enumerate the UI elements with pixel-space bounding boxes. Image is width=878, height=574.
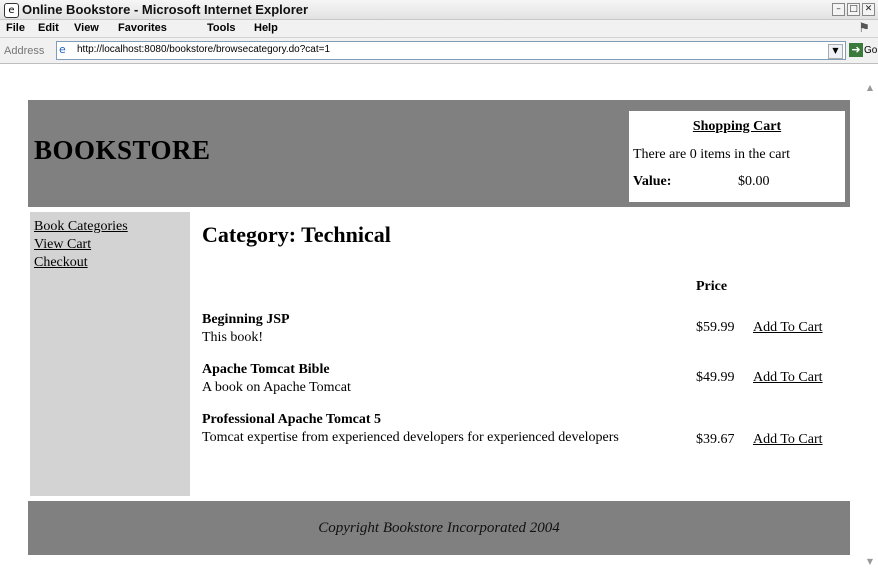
menu-favorites[interactable]: Favorites bbox=[118, 22, 167, 34]
menu-edit[interactable]: Edit bbox=[38, 22, 59, 34]
address-input[interactable]: e http://localhost:8080/bookstore/browse… bbox=[56, 41, 846, 60]
site-footer: Copyright Bookstore Incorporated 2004 bbox=[28, 501, 850, 555]
site-logo: BOOKSTORE bbox=[34, 135, 211, 165]
window-controls: – □ ✕ bbox=[832, 3, 875, 16]
go-button[interactable]: Go bbox=[864, 45, 877, 56]
menu-bar: File Edit View Favorites Tools Help ⚑ bbox=[0, 20, 878, 38]
book-price: $59.99 bbox=[696, 320, 735, 335]
ie-icon: e bbox=[4, 3, 19, 18]
maximize-button[interactable]: □ bbox=[847, 3, 860, 16]
scroll-down-icon[interactable]: ▼ bbox=[864, 556, 876, 568]
minimize-button[interactable]: – bbox=[832, 3, 845, 16]
address-url[interactable]: http://localhost:8080/bookstore/browseca… bbox=[77, 44, 330, 55]
book-price: $49.99 bbox=[696, 370, 735, 385]
book-description: Tomcat expertise from experienced develo… bbox=[202, 430, 619, 445]
book-description: This book! bbox=[202, 330, 264, 345]
go-arrow-icon[interactable]: ➜ bbox=[849, 43, 863, 57]
book-item: Professional Apache Tomcat 5 Tomcat expe… bbox=[202, 411, 672, 447]
menu-view[interactable]: View bbox=[74, 22, 99, 34]
shopping-cart-box: Shopping Cart There are 0 items in the c… bbox=[629, 111, 845, 202]
nav-view-cart[interactable]: View Cart bbox=[34, 236, 128, 254]
book-item: Beginning JSP This book! bbox=[202, 311, 672, 347]
vertical-scrollbar[interactable]: ▲ ▼ bbox=[862, 64, 878, 574]
main-content: Category: Technical Price Beginning JSP … bbox=[196, 212, 846, 496]
add-to-cart-link[interactable]: Add To Cart bbox=[753, 370, 823, 386]
copyright-text: Copyright Bookstore Incorporated 2004 bbox=[318, 520, 560, 536]
add-to-cart-link[interactable]: Add To Cart bbox=[753, 320, 823, 336]
menu-file[interactable]: File bbox=[6, 22, 25, 34]
nav-book-categories[interactable]: Book Categories bbox=[34, 218, 128, 236]
window-title-bar[interactable]: e Online Bookstore - Microsoft Internet … bbox=[0, 0, 878, 20]
shopping-cart-link[interactable]: Shopping Cart bbox=[629, 119, 845, 135]
category-title: Category: Technical bbox=[202, 222, 391, 247]
sidebar-links: Book Categories View Cart Checkout bbox=[34, 218, 128, 272]
address-bar: Address e http://localhost:8080/bookstor… bbox=[0, 38, 878, 64]
windows-logo-icon: ⚑ bbox=[858, 21, 870, 36]
chevron-down-icon[interactable]: ▼ bbox=[828, 44, 843, 59]
book-title: Apache Tomcat Bible bbox=[202, 362, 330, 377]
add-to-cart-link[interactable]: Add To Cart bbox=[753, 432, 823, 448]
book-description: A book on Apache Tomcat bbox=[202, 380, 351, 395]
page-icon: e bbox=[59, 43, 66, 56]
menu-tools[interactable]: Tools bbox=[207, 22, 236, 34]
cart-value-label: Value: bbox=[633, 174, 672, 189]
menu-help[interactable]: Help bbox=[254, 22, 278, 34]
book-title: Beginning JSP bbox=[202, 312, 290, 327]
book-price: $39.67 bbox=[696, 432, 735, 447]
address-label: Address bbox=[4, 45, 45, 57]
cart-value-amount: $0.00 bbox=[738, 174, 770, 189]
price-column-header: Price bbox=[696, 279, 728, 294]
cart-count-text: There are 0 items in the cart bbox=[633, 147, 791, 162]
window-title: Online Bookstore - Microsoft Internet Ex… bbox=[22, 2, 309, 17]
close-button[interactable]: ✕ bbox=[862, 3, 875, 16]
sidebar: Book Categories View Cart Checkout bbox=[30, 212, 190, 496]
book-title: Professional Apache Tomcat 5 bbox=[202, 412, 382, 427]
book-item: Apache Tomcat Bible A book on Apache Tom… bbox=[202, 361, 672, 397]
nav-checkout[interactable]: Checkout bbox=[34, 254, 128, 272]
scroll-up-icon[interactable]: ▲ bbox=[864, 82, 876, 94]
